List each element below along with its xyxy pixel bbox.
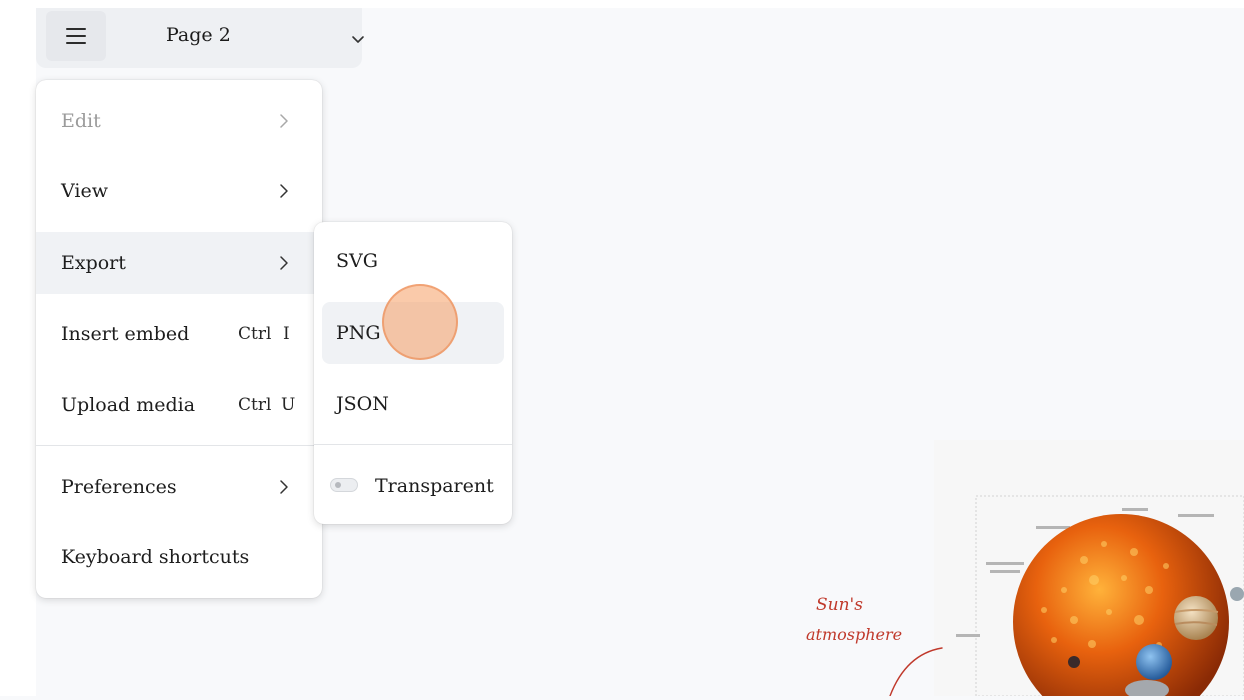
shortcut-mod: Ctrl [238, 395, 272, 415]
page-name: Page 2 [166, 24, 231, 46]
hamburger-icon [66, 28, 86, 44]
chevron-down-icon[interactable] [350, 33, 366, 45]
menu-item-label: Export [61, 252, 126, 274]
shortcut-key: U [281, 395, 296, 415]
menu-item-label: View [61, 180, 108, 202]
menu-item-label: Insert embed [61, 323, 190, 345]
shortcut-key: I [283, 324, 290, 344]
chevron-right-icon [280, 184, 288, 198]
menu-item-label: Preferences [61, 476, 177, 498]
menu-item-keyboard-shortcuts[interactable]: Keyboard shortcuts [36, 526, 322, 588]
solar-system-image[interactable] [934, 440, 1244, 696]
menu-item-label: Upload media [61, 394, 196, 416]
sun-handwritten-note[interactable]: Sun's atmosphere [806, 584, 946, 697]
click-indicator [382, 284, 458, 360]
menu-item-export[interactable]: Export [36, 232, 322, 294]
chevron-right-icon [280, 480, 288, 494]
export-option-label: PNG [336, 322, 381, 344]
chevron-right-icon [280, 114, 288, 128]
menu-item-label: Keyboard shortcuts [61, 546, 250, 568]
main-menu: Edit View Export Insert embed Ctrl I Upl… [36, 80, 322, 598]
export-submenu: SVG PNG JSON Transparent [314, 222, 512, 524]
menu-divider [36, 445, 322, 446]
main-menu-button[interactable] [46, 11, 106, 61]
export-svg[interactable]: SVG [322, 230, 504, 292]
svg-text:Sun's: Sun's [816, 595, 863, 615]
export-option-label: SVG [336, 250, 378, 272]
transparent-label: Transparent [375, 475, 494, 497]
svg-text:atmosphere: atmosphere [806, 625, 902, 644]
toggle-icon[interactable] [330, 478, 358, 492]
sun-note-annotation: Sun's atmosphere [806, 595, 943, 697]
menu-item-view[interactable]: View [36, 160, 322, 222]
left-edge [0, 0, 36, 696]
top-edge [0, 0, 1244, 8]
chevron-right-icon [280, 256, 288, 270]
shortcut-mod: Ctrl [238, 324, 272, 344]
menu-item-edit[interactable]: Edit [36, 90, 322, 152]
menu-item-upload-media[interactable]: Upload media Ctrl U [36, 374, 322, 436]
transparent-toggle-row[interactable]: Transparent [322, 458, 504, 514]
submenu-divider [314, 444, 512, 445]
export-option-label: JSON [336, 393, 389, 415]
menu-item-label: Edit [61, 110, 101, 132]
export-json[interactable]: JSON [322, 373, 504, 435]
menu-item-preferences[interactable]: Preferences [36, 456, 322, 518]
menu-item-insert-embed[interactable]: Insert embed Ctrl I [36, 303, 322, 365]
